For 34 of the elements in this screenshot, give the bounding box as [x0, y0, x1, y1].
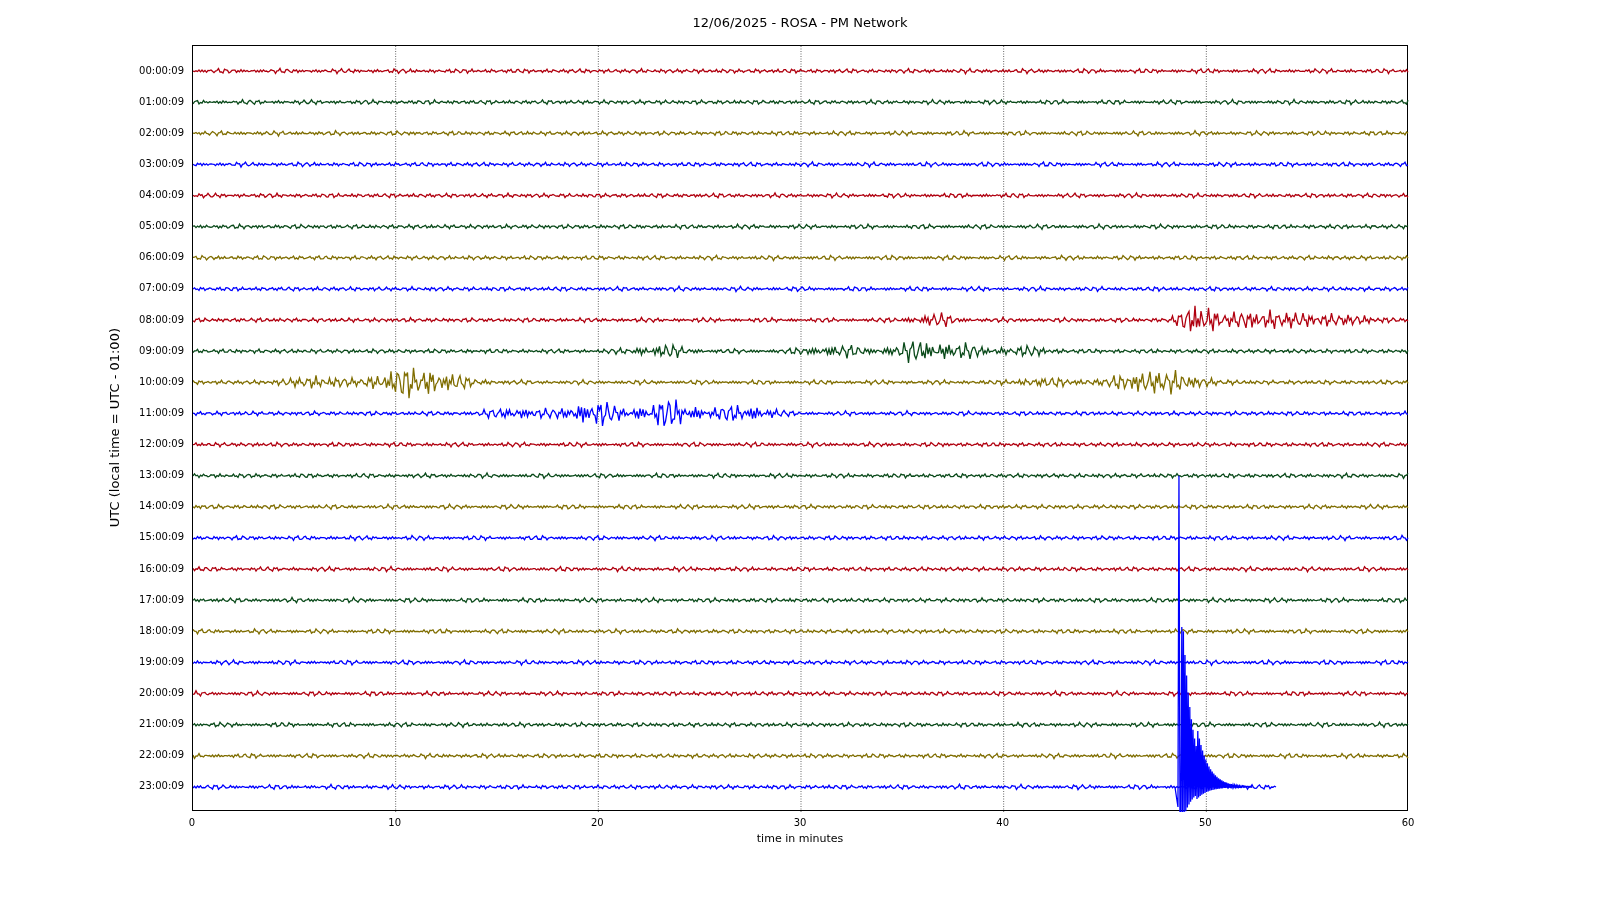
- x-tick-label: 0: [188, 816, 196, 830]
- row-time-label: 03:00:09: [139, 156, 184, 171]
- x-tick-label: 20: [590, 816, 604, 830]
- row-time-label: 14:00:09: [139, 499, 184, 514]
- y-axis-label: UTC (local time = UTC - 01:00): [105, 328, 123, 528]
- row-time-label: 13:00:09: [139, 468, 184, 483]
- row-time-label: 00:00:09: [139, 63, 184, 78]
- x-tick-label: 30: [793, 816, 807, 830]
- row-time-label: 22:00:09: [139, 748, 184, 763]
- x-tick-label: 10: [388, 816, 401, 830]
- row-time-label: 11:00:09: [139, 405, 184, 420]
- row-time-label: 19:00:09: [139, 654, 184, 669]
- chart-title: 12/06/2025 - ROSA - PM Network: [692, 13, 908, 32]
- row-time-label: 20:00:09: [139, 686, 184, 701]
- row-time-label: 16:00:09: [139, 561, 184, 576]
- x-tick-label: 50: [1198, 816, 1212, 830]
- row-time-label: 04:00:09: [139, 188, 184, 203]
- row-time-label: 17:00:09: [139, 592, 184, 607]
- row-time-label: 23:00:09: [139, 779, 184, 794]
- x-tick-label: 60: [1401, 816, 1415, 830]
- row-time-label: 02:00:09: [139, 125, 184, 140]
- row-time-label: 01:00:09: [139, 94, 184, 109]
- row-time-label: 08:00:09: [139, 312, 184, 327]
- row-time-label: 09:00:09: [139, 343, 184, 358]
- x-axis-label: time in minutes: [756, 831, 844, 847]
- row-time-label: 10:00:09: [139, 374, 184, 389]
- row-time-label: 18:00:09: [139, 623, 184, 638]
- row-time-label: 07:00:09: [139, 281, 184, 296]
- x-tick-label: 40: [996, 816, 1009, 830]
- row-time-label: 21:00:09: [139, 717, 184, 732]
- row-time-label: 05:00:09: [139, 219, 184, 234]
- row-time-label: 15:00:09: [139, 530, 184, 545]
- row-time-label: 06:00:09: [139, 250, 184, 265]
- row-time-label: 12:00:09: [139, 437, 184, 452]
